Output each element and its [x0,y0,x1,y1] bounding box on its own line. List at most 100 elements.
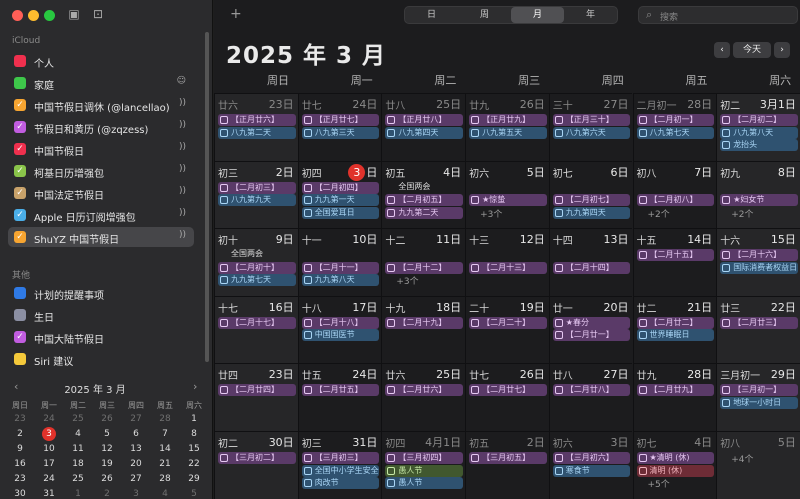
mini-day[interactable]: 18 [64,457,92,472]
calendar-item[interactable]: 家庭 ☺ [8,73,194,93]
event-item[interactable]: 八九第九天 [218,194,296,207]
close-window-button[interactable] [12,10,23,21]
event-item[interactable]: 【二月初七】 [552,194,631,207]
calendar-checkbox[interactable] [14,353,26,365]
inbox-icon[interactable]: ⊡ [88,5,108,23]
mini-day[interactable]: 22 [180,457,208,472]
sidebar-scrollbar[interactable] [205,32,209,362]
event-item[interactable]: 世界睡眠日 [636,329,715,342]
calendar-checkbox[interactable]: ✓ [14,99,26,111]
mini-day[interactable]: 13 [122,442,150,457]
mini-day[interactable]: 1 [180,412,208,427]
event-item[interactable]: 【正月廿七】 [301,114,380,126]
calendar-item[interactable]: Siri 建议 [8,349,194,369]
mini-day[interactable]: 19 [93,457,121,472]
event-item[interactable]: 九九第一天 [301,194,380,207]
day-cell[interactable]: 初四 4月1日 【三月初四】 愚人节 愚人节 [381,431,466,499]
day-cell[interactable]: 初七 4日 ★清明 (休) 清明 (休) +5个 [632,431,717,499]
mini-day[interactable]: 27 [122,412,150,427]
mini-day[interactable]: 23 [6,472,34,487]
event-item[interactable]: 【二月初五】 [385,194,464,207]
event-item[interactable]: 【二月廿二】 [636,316,715,329]
today-button[interactable]: 今天 [733,42,771,58]
day-cell[interactable]: 十七 16日 【二月十七】 [214,295,298,364]
event-item[interactable]: 【二月初二】 [720,114,798,126]
add-event-button[interactable]: + [230,6,242,22]
more-events-link[interactable]: +5个 [648,477,670,490]
mini-day[interactable]: 1 [64,487,92,499]
event-item[interactable]: 【二月十九】 [385,316,464,329]
event-item[interactable]: 八九第三天 [301,126,380,139]
view-tab[interactable]: 日 [405,7,458,23]
event-item[interactable]: 【二月十八】 [301,316,380,329]
calendar-checkbox[interactable]: ✓ [14,231,26,243]
view-tab[interactable]: 周 [458,7,511,23]
day-cell[interactable]: 廿九 28日 【二月廿九】 [632,363,717,431]
calendar-item[interactable]: ✓ 节假日和黄历 (@zqzess))) [8,117,194,137]
event-item[interactable]: 【二月廿一】 [552,329,631,342]
mini-day[interactable]: 17 [35,457,63,472]
calendar-checkbox[interactable]: ✓ [14,121,26,133]
mini-day[interactable]: 16 [6,457,34,472]
mini-day[interactable]: 24 [35,412,63,427]
calendar-checkbox[interactable] [14,287,26,299]
event-item[interactable]: 【二月廿四】 [218,384,296,397]
mini-day[interactable]: 8 [180,427,208,442]
event-item[interactable]: 九九第七天 [218,274,296,287]
mini-day[interactable]: 28 [151,412,179,427]
calendar-item[interactable]: ✓ 中国大陆节假日 [8,327,194,347]
more-events-link[interactable]: +3个 [396,274,418,287]
day-cell[interactable]: 初七 6日 【二月初七】 九九第四天 [548,160,633,229]
zoom-window-button[interactable] [44,10,55,21]
day-cell[interactable]: 廿九 26日 【正月廿九】 八九第五天 [465,93,549,161]
day-cell[interactable]: 十一 10日 【二月十一】 九九第八天 [297,228,382,296]
event-item[interactable]: 【二月廿八】 [552,384,631,397]
calendar-item[interactable]: ✓ ShuYZ 中国节假日)) [8,227,194,247]
day-cell[interactable]: 初五 4日 【二月初五】 九九第二天 [381,160,466,229]
calendar-item[interactable]: ✓ 中国法定节假日)) [8,183,194,203]
day-cell[interactable]: 十二 11日 【二月十二】 +3个 [381,228,466,296]
event-item[interactable]: ★惊蛰 [469,194,547,207]
event-item[interactable]: 【二月初三】 [218,181,296,194]
mini-day[interactable]: 4 [151,487,179,499]
event-item[interactable]: 八九第六天 [552,126,631,139]
mini-day[interactable]: 21 [151,457,179,472]
event-item[interactable]: 【三月初二】 [218,452,296,464]
mini-day[interactable]: 26 [93,412,121,427]
day-cell[interactable]: 廿二 21日 【二月廿二】 世界睡眠日 [632,295,717,364]
day-cell[interactable]: 初二 3月1日 【二月初二】 八九第八天 龙抬头 [716,93,800,161]
event-item[interactable]: ★清明 (休) [636,452,715,464]
event-item[interactable]: 【二月初四】 [301,181,380,194]
day-cell[interactable]: 初九 8日 ★妇女节 +2个 [716,160,800,229]
day-cell[interactable]: 十三 12日 【二月十三】 [465,228,549,296]
day-cell[interactable]: 三十 27日 【正月三十】 八九第六天 [548,93,633,161]
event-item[interactable]: 【正月廿九】 [469,114,547,126]
event-item[interactable]: 【二月十一】 [301,261,380,274]
event-item[interactable]: 【二月十三】 [469,261,547,274]
day-cell[interactable]: 初五 2日 【三月初五】 [465,431,549,499]
next-month-button[interactable]: › [774,42,790,58]
multi-day-event[interactable]: 全国两会 [384,181,799,193]
day-cell[interactable]: 十五 14日 【二月十五】 [632,228,717,296]
search-field[interactable]: ⌕ 搜索 [638,6,798,24]
calendar-checkbox[interactable] [14,309,26,321]
event-item[interactable]: 【二月十二】 [385,261,464,274]
mini-prev-month-button[interactable]: ‹ [14,380,18,393]
mini-day[interactable]: 25 [64,472,92,487]
calendar-item[interactable]: 生日 [8,305,194,325]
day-cell[interactable]: 廿七 24日 【正月廿七】 八九第三天 [297,93,382,161]
day-cell[interactable]: 十九 18日 【二月十九】 [381,295,466,364]
event-item[interactable]: 【二月初一】 [636,114,715,126]
day-cell[interactable]: 廿八 25日 【正月廿八】 八九第四天 [381,93,466,161]
mini-day[interactable]: 27 [122,472,150,487]
mini-day[interactable]: 15 [180,442,208,457]
day-cell[interactable]: 初三 31日【三月初三】全国中小学生安全教育日肉改节 [297,431,382,499]
day-cell[interactable]: 初八 7日 【二月初八】 +2个 [632,160,717,229]
day-cell[interactable]: 廿八 27日 【二月廿八】 [548,363,633,431]
event-item[interactable]: 【三月初四】 [385,452,464,464]
event-item[interactable]: 地球一小时日 [720,396,798,409]
event-item[interactable]: 八九第四天 [385,126,464,139]
more-events-link[interactable]: +3个 [480,207,502,220]
day-cell[interactable]: 廿七 26日 【二月廿七】 [465,363,549,431]
mini-day[interactable]: 9 [6,442,34,457]
